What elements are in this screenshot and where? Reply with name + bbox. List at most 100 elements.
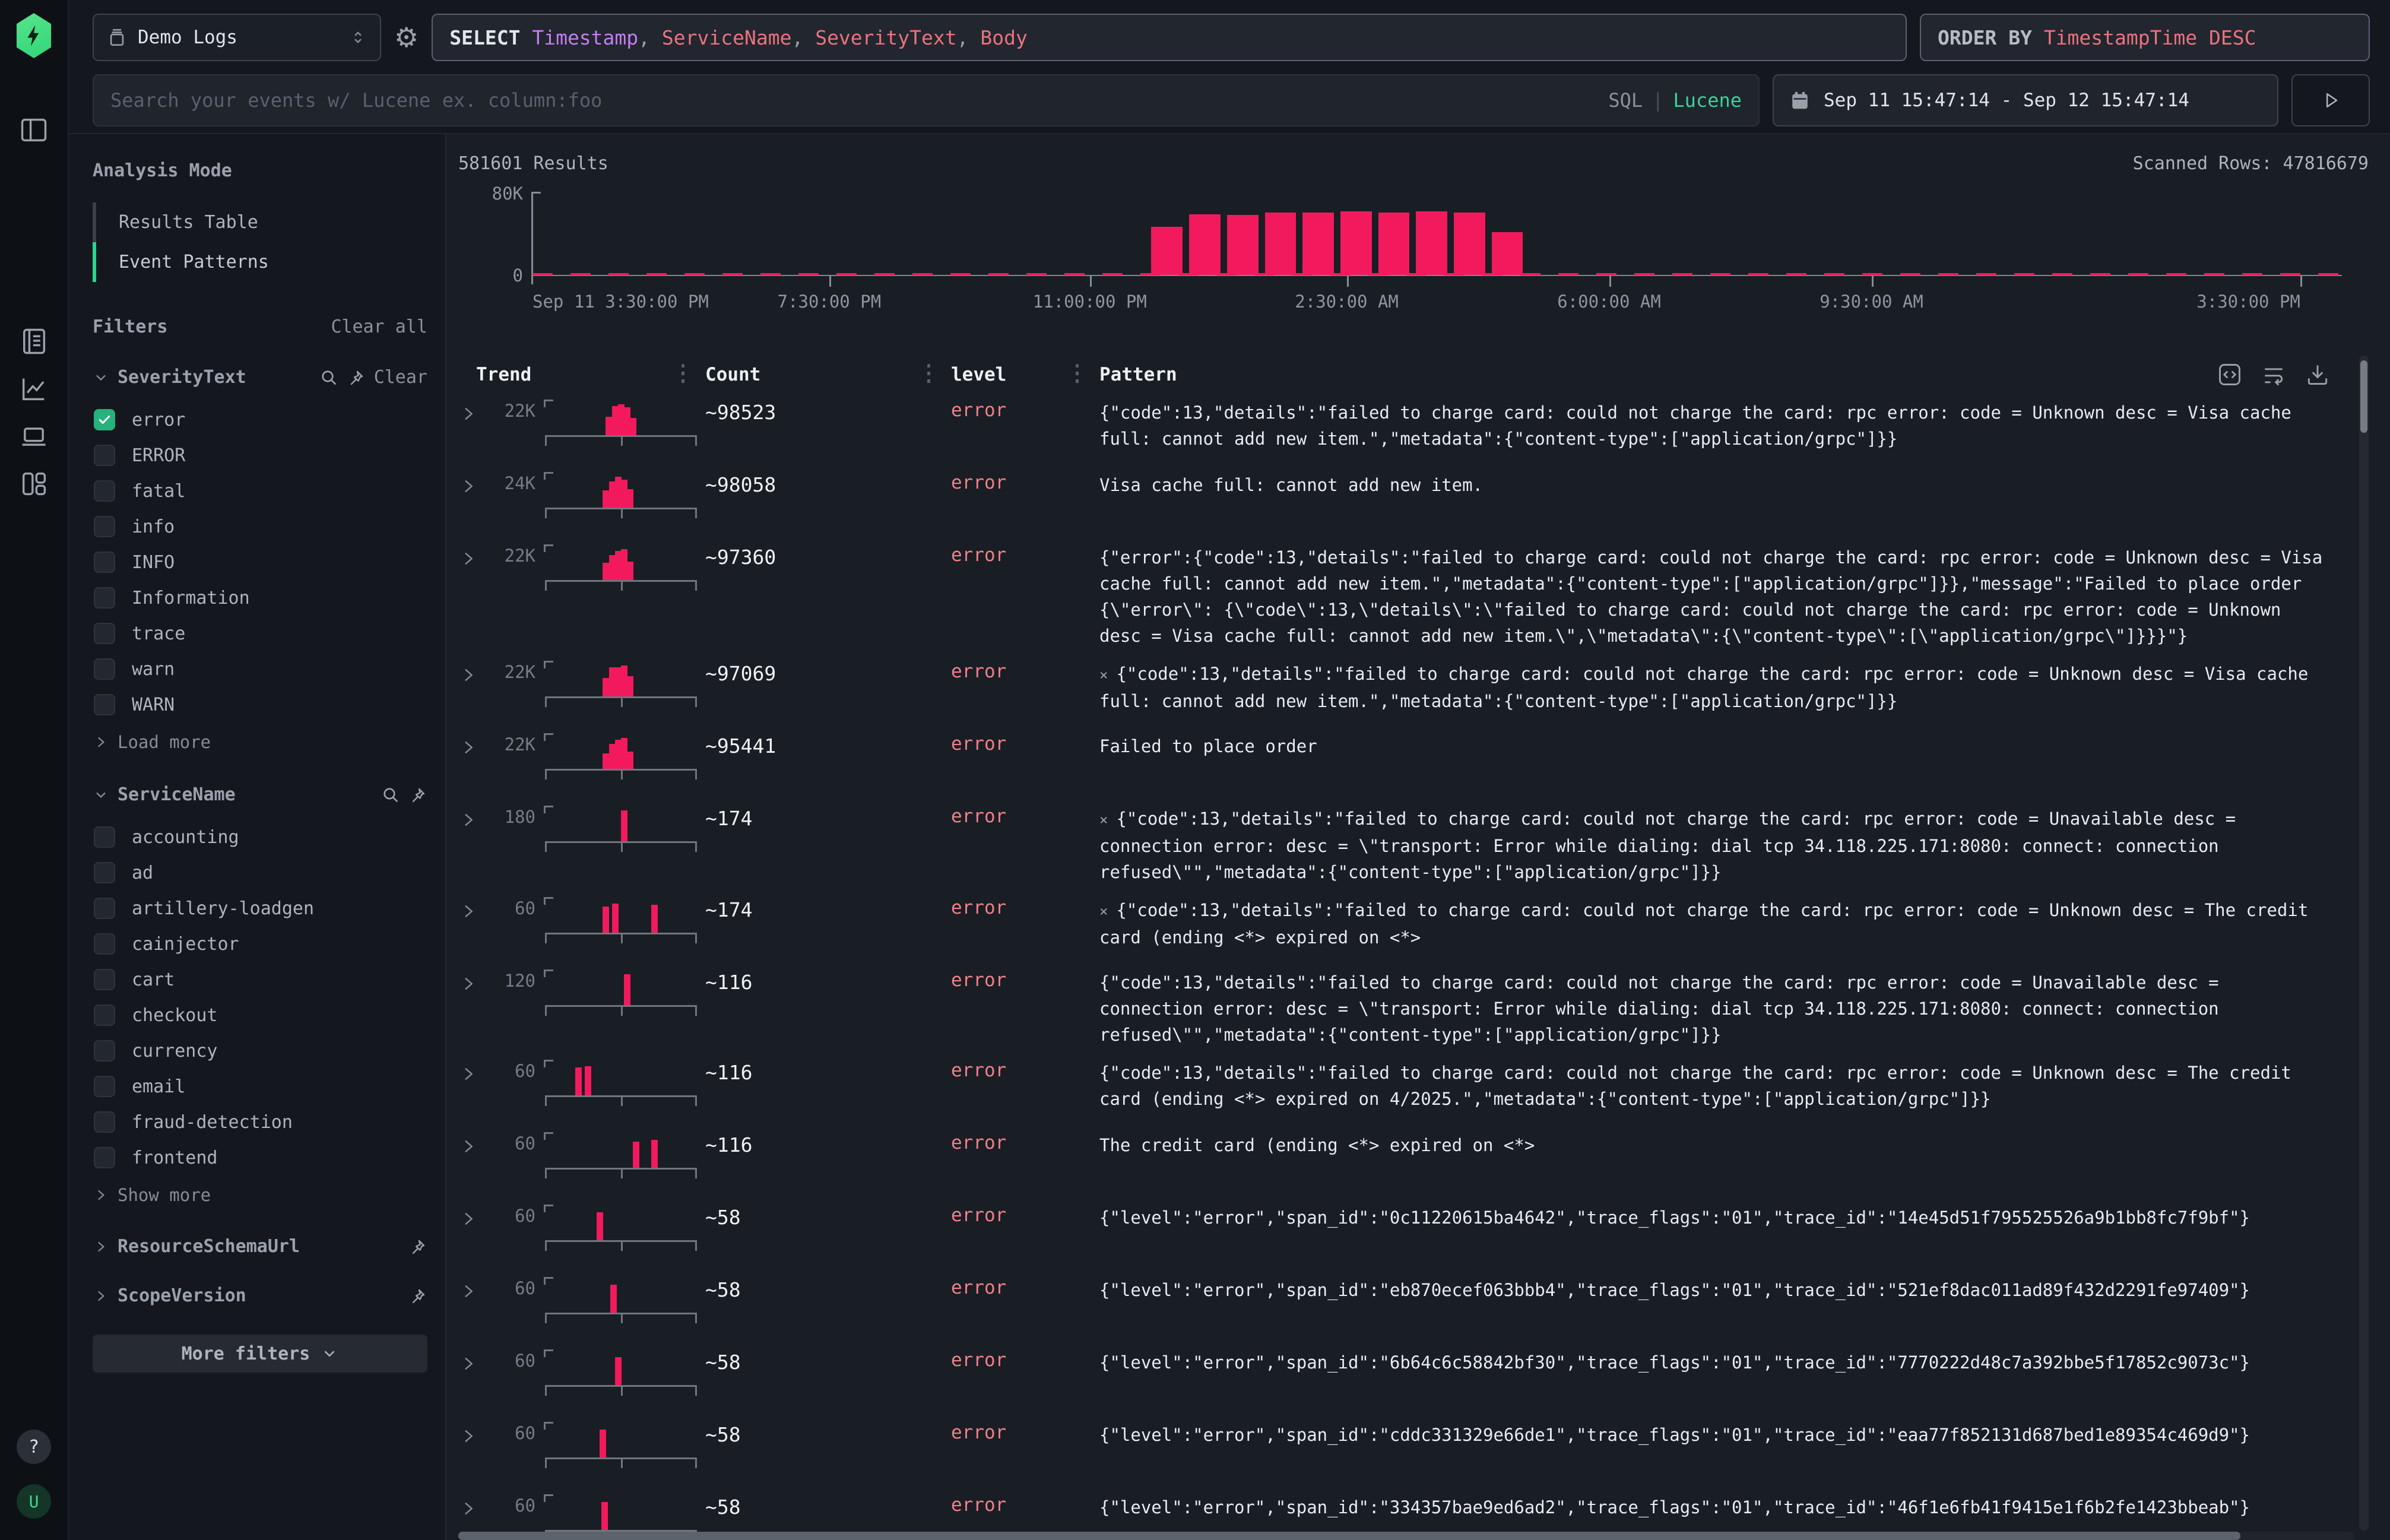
table-row[interactable]: 60~58error{"level":"error","span_id":"0c…: [458, 1199, 2369, 1271]
service-option-ad[interactable]: ad: [93, 855, 427, 891]
checkbox[interactable]: [94, 1040, 115, 1061]
histogram-bar[interactable]: [1302, 213, 1334, 275]
sessions-laptop-icon[interactable]: [17, 419, 51, 454]
severity-option-ERROR[interactable]: ERROR: [93, 438, 427, 473]
severity-pin-icon[interactable]: [347, 368, 366, 387]
row-expand-chevron[interactable]: [458, 472, 496, 533]
pattern-cell[interactable]: ×{"code":13,"details":"failed to charge …: [1099, 661, 2331, 721]
row-expand-chevron[interactable]: [458, 733, 496, 794]
search-input[interactable]: Search your events w/ Lucene ex. column:…: [93, 74, 1760, 126]
source-select[interactable]: Demo Logs: [93, 14, 381, 61]
checkbox[interactable]: [94, 587, 115, 609]
date-range-picker[interactable]: Sep 11 15:47:14 - Sep 12 15:47:14: [1773, 74, 2278, 126]
table-row[interactable]: 60~58error{"level":"error","span_id":"6b…: [458, 1343, 2369, 1416]
checkbox[interactable]: [94, 1005, 115, 1026]
group-scopeversion[interactable]: ScopeVersion: [93, 1285, 427, 1306]
pattern-cell[interactable]: ×{"code":13,"details":"failed to charge …: [1099, 806, 2331, 885]
service-show-more[interactable]: Show more: [93, 1175, 427, 1208]
pattern-cell[interactable]: {"error":{"code":13,"details":"failed to…: [1099, 544, 2331, 649]
clear-all-link[interactable]: Clear all: [331, 316, 427, 337]
checkbox[interactable]: [94, 516, 115, 537]
row-expand-chevron[interactable]: [458, 1422, 496, 1482]
severity-group-header[interactable]: SeverityText Clear: [93, 367, 427, 388]
exclude-x-mark[interactable]: ×: [1099, 667, 1108, 683]
pattern-cell[interactable]: The credit card (ending <*> expired on <…: [1099, 1132, 2331, 1193]
severity-option-info[interactable]: info: [93, 509, 427, 544]
row-expand-chevron[interactable]: [458, 544, 496, 649]
column-divider[interactable]: [1076, 364, 1079, 385]
service-option-currency[interactable]: currency: [93, 1033, 427, 1069]
checkbox[interactable]: [94, 826, 115, 848]
pattern-cell[interactable]: {"code":13,"details":"failed to charge c…: [1099, 400, 2331, 460]
dashboards-icon[interactable]: [17, 467, 51, 501]
table-row[interactable]: 22K~97360error{"error":{"code":13,"detai…: [458, 538, 2369, 655]
column-trend[interactable]: Trend: [476, 364, 531, 385]
analysis-mode-results-table[interactable]: Results Table: [93, 202, 427, 242]
analysis-mode-event-patterns[interactable]: Event Patterns: [93, 242, 427, 282]
service-option-artillery-loadgen[interactable]: artillery-loadgen: [93, 891, 427, 926]
histogram-bar[interactable]: [1492, 232, 1523, 275]
mode-sql-toggle[interactable]: SQL: [1608, 89, 1643, 112]
pattern-cell[interactable]: {"code":13,"details":"failed to charge c…: [1099, 1060, 2331, 1120]
table-row[interactable]: 60~58error{"level":"error","span_id":"cd…: [458, 1416, 2369, 1488]
pattern-cell[interactable]: {"code":13,"details":"failed to charge c…: [1099, 969, 2331, 1048]
service-pin-icon[interactable]: [408, 785, 427, 804]
user-avatar[interactable]: U: [17, 1484, 51, 1519]
row-expand-chevron[interactable]: [458, 1132, 496, 1193]
wrap-text-icon[interactable]: [2261, 362, 2287, 388]
service-option-accounting[interactable]: accounting: [93, 819, 427, 855]
column-level[interactable]: level: [951, 364, 1006, 385]
table-row[interactable]: 22K~95441errorFailed to place order: [458, 727, 2369, 800]
row-expand-chevron[interactable]: [458, 969, 496, 1048]
row-expand-chevron[interactable]: [458, 400, 496, 460]
checkbox[interactable]: [94, 862, 115, 883]
histogram-bar[interactable]: [1265, 213, 1297, 275]
view-source-icon[interactable]: [2217, 362, 2243, 388]
checkbox-checked[interactable]: [94, 409, 115, 430]
checkbox[interactable]: [94, 898, 115, 919]
checkbox[interactable]: [94, 445, 115, 466]
column-divider[interactable]: [927, 364, 930, 385]
search-logs-icon[interactable]: [17, 324, 51, 359]
histogram-bar[interactable]: [1416, 211, 1447, 275]
scrollbar-thumb[interactable]: [458, 1532, 2240, 1540]
pattern-cell[interactable]: {"level":"error","span_id":"cddc331329e6…: [1099, 1422, 2331, 1482]
vertical-scrollbar[interactable]: [2359, 356, 2369, 1531]
table-row[interactable]: 24K~98058errorVisa cache full: cannot ad…: [458, 466, 2369, 538]
pattern-cell[interactable]: {"level":"error","span_id":"eb870ecef063…: [1099, 1277, 2331, 1338]
severity-option-WARN[interactable]: WARN: [93, 687, 427, 723]
severity-option-INFO[interactable]: INFO: [93, 544, 427, 580]
group-resourceschemaurl[interactable]: ResourceSchemaUrl: [93, 1236, 427, 1257]
checkbox[interactable]: [94, 933, 115, 955]
row-expand-chevron[interactable]: [458, 806, 496, 885]
checkbox[interactable]: [94, 480, 115, 502]
results-histogram[interactable]: 80K 0 Sep 11 3:30:00 PM7:30:00 PM11:00:0…: [458, 182, 2369, 332]
table-row[interactable]: 120~116error{"code":13,"details":"failed…: [458, 964, 2369, 1054]
chart-explorer-icon[interactable]: [17, 372, 51, 406]
table-row[interactable]: 60~58error{"level":"error","span_id":"eb…: [458, 1271, 2369, 1343]
service-option-fraud-detection[interactable]: fraud-detection: [93, 1104, 427, 1140]
checkbox[interactable]: [94, 1111, 115, 1133]
settings-gear-icon[interactable]: ⚙: [394, 24, 419, 51]
severity-option-warn[interactable]: warn: [93, 651, 427, 687]
pin-icon[interactable]: [408, 1237, 427, 1256]
severity-option-error[interactable]: error: [93, 402, 427, 438]
pattern-cell[interactable]: {"level":"error","span_id":"0c11220615ba…: [1099, 1205, 2331, 1265]
row-expand-chevron[interactable]: [458, 897, 496, 958]
checkbox[interactable]: [94, 658, 115, 680]
checkbox[interactable]: [94, 694, 115, 715]
histogram-bar[interactable]: [1340, 211, 1372, 275]
download-icon[interactable]: [2305, 362, 2331, 388]
pattern-cell[interactable]: Failed to place order: [1099, 733, 2331, 794]
row-expand-chevron[interactable]: [458, 1060, 496, 1120]
table-row[interactable]: 60~116error{"code":13,"details":"failed …: [458, 1054, 2369, 1126]
service-search-icon[interactable]: [381, 785, 400, 804]
column-count[interactable]: Count: [705, 364, 760, 385]
checkbox[interactable]: [94, 1147, 115, 1168]
app-logo[interactable]: [14, 13, 53, 58]
column-pattern[interactable]: Pattern: [1099, 364, 1177, 385]
table-row[interactable]: 22K~98523error{"code":13,"details":"fail…: [458, 394, 2369, 466]
pattern-cell[interactable]: {"level":"error","span_id":"6b64c6c58842…: [1099, 1349, 2331, 1410]
histogram-bar[interactable]: [1151, 227, 1183, 275]
sidebar-toggle-icon[interactable]: [17, 113, 51, 147]
